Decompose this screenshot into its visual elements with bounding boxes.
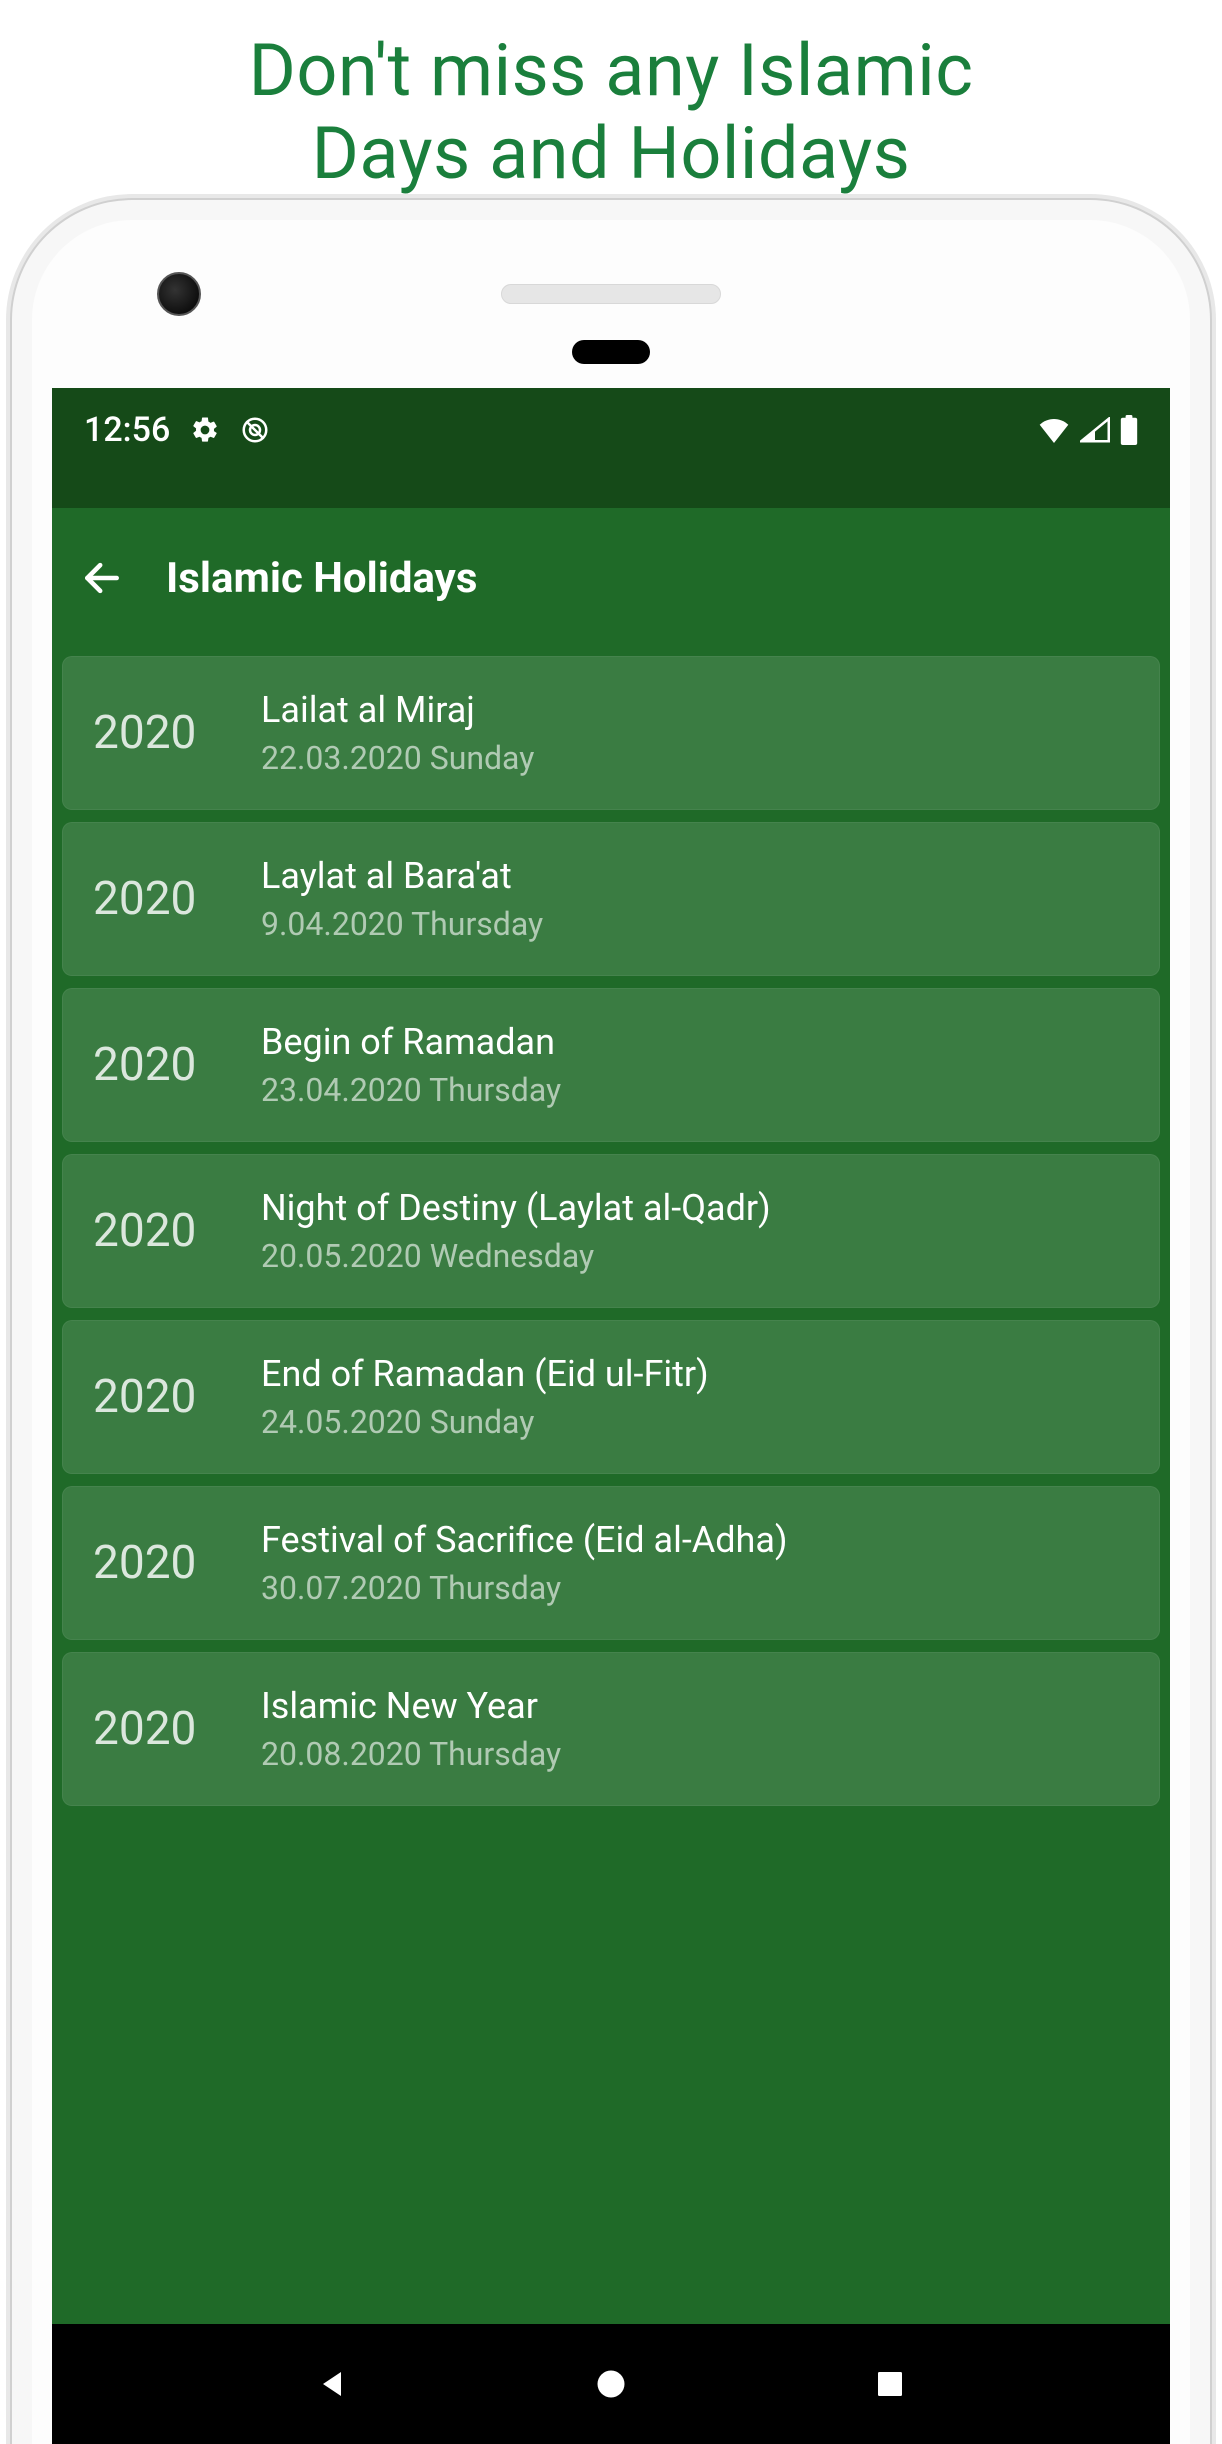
holiday-card[interactable]: 2020 End of Ramadan (Eid ul-Fitr) 24.05.…	[62, 1320, 1160, 1474]
holiday-year: 2020	[93, 1204, 223, 1258]
holiday-card[interactable]: 2020 Lailat al Miraj 22.03.2020 Sunday	[62, 656, 1160, 810]
nav-back-button[interactable]	[308, 2360, 356, 2408]
holiday-date: 23.04.2020 Thursday	[261, 1071, 561, 1109]
holiday-name: End of Ramadan (Eid ul-Fitr)	[261, 1353, 709, 1395]
status-left: 12:56	[84, 410, 270, 450]
dnd-icon	[240, 415, 270, 445]
holiday-text: Begin of Ramadan 23.04.2020 Thursday	[261, 1021, 561, 1109]
android-nav-bar	[52, 2324, 1170, 2444]
page-title: Islamic Holidays	[166, 554, 477, 603]
phone-camera	[157, 272, 201, 316]
square-recent-icon	[874, 2368, 906, 2400]
holiday-year: 2020	[93, 1536, 223, 1590]
holiday-text: End of Ramadan (Eid ul-Fitr) 24.05.2020 …	[261, 1353, 709, 1441]
promo-headline: Don't miss any Islamic Days and Holidays	[0, 0, 1222, 206]
app-bar: Islamic Holidays	[52, 508, 1170, 648]
triangle-back-icon	[314, 2366, 350, 2402]
holiday-name: Lailat al Miraj	[261, 689, 534, 731]
settings-gear-icon	[190, 415, 220, 445]
battery-icon	[1120, 415, 1138, 445]
status-right	[1038, 415, 1138, 445]
nav-recent-button[interactable]	[866, 2360, 914, 2408]
holiday-name: Islamic New Year	[261, 1685, 561, 1727]
holiday-date: 9.04.2020 Thursday	[261, 905, 543, 943]
arrow-left-icon	[80, 556, 124, 600]
holiday-name: Festival of Sacrifice (Eid al-Adha)	[261, 1519, 788, 1561]
cell-signal-icon	[1080, 417, 1110, 443]
status-bar: 12:56	[52, 388, 1170, 508]
phone-mockup-frame: 12:56	[12, 200, 1210, 2444]
holiday-name: Begin of Ramadan	[261, 1021, 561, 1063]
phone-bezel: 12:56	[32, 220, 1190, 2444]
holiday-text: Islamic New Year 20.08.2020 Thursday	[261, 1685, 561, 1773]
holiday-year: 2020	[93, 1702, 223, 1756]
holiday-text: Lailat al Miraj 22.03.2020 Sunday	[261, 689, 534, 777]
holiday-date: 24.05.2020 Sunday	[261, 1403, 709, 1441]
circle-home-icon	[593, 2366, 629, 2402]
holiday-year: 2020	[93, 1038, 223, 1092]
status-time: 12:56	[84, 410, 170, 450]
holiday-card[interactable]: 2020 Night of Destiny (Laylat al-Qadr) 2…	[62, 1154, 1160, 1308]
nav-home-button[interactable]	[587, 2360, 635, 2408]
holiday-text: Night of Destiny (Laylat al-Qadr) 20.05.…	[261, 1187, 771, 1275]
holiday-text: Laylat al Bara'at 9.04.2020 Thursday	[261, 855, 543, 943]
wifi-icon	[1038, 417, 1070, 443]
holiday-name: Night of Destiny (Laylat al-Qadr)	[261, 1187, 771, 1229]
holiday-year: 2020	[93, 1370, 223, 1424]
phone-speaker	[501, 284, 721, 304]
promo-line1: Don't miss any Islamic	[249, 28, 974, 113]
holiday-date: 20.08.2020 Thursday	[261, 1735, 561, 1773]
promo-line2: Days and Holidays	[312, 111, 911, 196]
holiday-card[interactable]: 2020 Islamic New Year 20.08.2020 Thursda…	[62, 1652, 1160, 1806]
holiday-year: 2020	[93, 706, 223, 760]
holiday-card[interactable]: 2020 Laylat al Bara'at 9.04.2020 Thursda…	[62, 822, 1160, 976]
holiday-date: 30.07.2020 Thursday	[261, 1569, 788, 1607]
phone-sensor	[572, 340, 650, 364]
holiday-year: 2020	[93, 872, 223, 926]
phone-screen: 12:56	[52, 388, 1170, 2444]
holidays-list[interactable]: 2020 Lailat al Miraj 22.03.2020 Sunday 2…	[52, 648, 1170, 2324]
back-button[interactable]	[78, 554, 126, 602]
holiday-name: Laylat al Bara'at	[261, 855, 543, 897]
holiday-card[interactable]: 2020 Festival of Sacrifice (Eid al-Adha)…	[62, 1486, 1160, 1640]
holiday-date: 20.05.2020 Wednesday	[261, 1237, 771, 1275]
holiday-text: Festival of Sacrifice (Eid al-Adha) 30.0…	[261, 1519, 788, 1607]
holiday-date: 22.03.2020 Sunday	[261, 739, 534, 777]
holiday-card[interactable]: 2020 Begin of Ramadan 23.04.2020 Thursda…	[62, 988, 1160, 1142]
